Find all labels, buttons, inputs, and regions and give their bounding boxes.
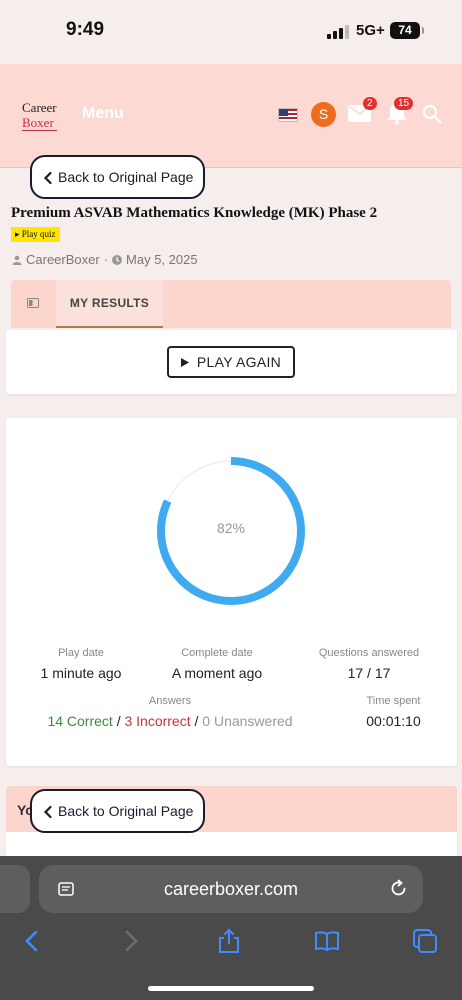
menu-button[interactable]: Menu: [82, 105, 124, 123]
stat-value: 00:01:10: [366, 713, 421, 729]
play-quiz-label: Play quiz: [21, 229, 56, 239]
separator: /: [194, 713, 199, 729]
share-icon[interactable]: [216, 928, 242, 954]
incorrect-count: 3 Incorrect: [124, 713, 191, 729]
status-bar: 9:49 5G+ 74: [0, 0, 462, 64]
answers-breakdown: 14 Correct / 3 Incorrect / 0 Unanswered: [18, 713, 322, 729]
stat-value: 17 / 17: [347, 665, 391, 681]
avatar[interactable]: S: [311, 102, 336, 127]
stat-label: Play date: [58, 647, 104, 659]
page-title: Premium ASVAB Mathematics Knowledge (MK)…: [11, 205, 378, 221]
chevron-left-icon: [43, 805, 52, 819]
stat-label: Complete date: [181, 647, 253, 659]
separator: /: [116, 713, 121, 729]
address-bar[interactable]: careerboxer.com: [39, 865, 423, 913]
back-to-original-button[interactable]: Back to Original Page: [30, 155, 205, 199]
bookmarks-icon[interactable]: [314, 928, 340, 954]
quiz-meta: CareerBoxer · May 5, 2025: [12, 252, 198, 267]
stat-complete-date: Complete date A moment ago: [152, 647, 282, 681]
play-quiz-tag[interactable]: ▸ Play quiz: [11, 227, 60, 242]
play-again-label: PLAY AGAIN: [196, 354, 282, 370]
stat-label: Answers: [148, 695, 192, 707]
stat-label: Time spent: [366, 695, 421, 707]
stat-questions-answered: Questions answered 17 / 17: [304, 647, 434, 681]
notification-count-badge: 15: [394, 97, 414, 110]
play-again-card: PLAY AGAIN: [6, 330, 457, 394]
forward-arrow-icon[interactable]: [118, 928, 144, 954]
logo[interactable]: Career Boxer: [22, 100, 57, 131]
tab-my-results[interactable]: MY RESULTS: [56, 280, 163, 328]
previous-tab-preview[interactable]: [0, 865, 30, 913]
quiz-date: May 5, 2025: [126, 252, 198, 267]
back-button-label: Back to Original Page: [58, 169, 194, 185]
logo-line2: Boxer: [22, 115, 57, 131]
back-to-original-button-floating[interactable]: Back to Original Page: [30, 789, 205, 833]
site-header: Career Boxer Menu S 2 15: [0, 64, 462, 168]
stat-time-spent: Time spent 00:01:10: [336, 695, 451, 729]
results-tabs: MY RESULTS: [11, 280, 451, 328]
status-time: 9:49: [66, 19, 105, 40]
signal-icon: [327, 25, 349, 39]
play-again-button[interactable]: PLAY AGAIN: [167, 346, 295, 378]
tab-info-icon[interactable]: [27, 298, 39, 308]
score-percent: 82%: [216, 520, 246, 536]
mail-count-badge: 2: [363, 97, 377, 110]
search-icon[interactable]: [422, 104, 442, 124]
stat-play-date: Play date 1 minute ago: [16, 647, 146, 681]
home-indicator: [148, 986, 314, 991]
battery-icon: 74: [390, 22, 424, 39]
correct-count: 14 Correct: [47, 713, 113, 729]
stat-answers: Answers 14 Correct / 3 Incorrect / 0 Una…: [18, 695, 322, 729]
back-arrow-icon[interactable]: [19, 928, 45, 954]
results-card: 82% Play date 1 minute ago Complete date…: [6, 418, 457, 766]
browser-toolbar: careerboxer.com: [0, 856, 462, 1000]
quiz-author[interactable]: CareerBoxer: [26, 252, 100, 267]
logo-line1: Career: [22, 100, 57, 115]
stat-value: A moment ago: [171, 665, 263, 681]
chevron-left-icon: [43, 171, 52, 185]
play-icon: [180, 357, 189, 367]
reload-icon[interactable]: [389, 879, 408, 898]
meta-dot: ·: [103, 252, 109, 267]
user-icon: [12, 255, 22, 265]
back-button-label: Back to Original Page: [58, 803, 194, 819]
network-type: 5G+: [356, 22, 385, 39]
unanswered-count: 0 Unanswered: [202, 713, 293, 729]
clock-icon: [112, 254, 123, 265]
us-flag-icon[interactable]: [278, 108, 298, 122]
stat-value: 1 minute ago: [40, 665, 122, 681]
stat-label: Questions answered: [318, 647, 420, 659]
url-text: careerboxer.com: [163, 879, 299, 899]
tabs-icon[interactable]: [412, 928, 438, 954]
